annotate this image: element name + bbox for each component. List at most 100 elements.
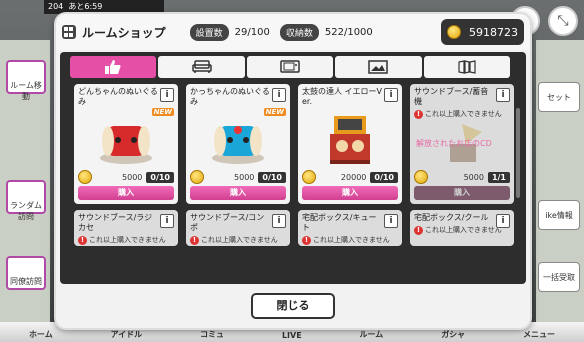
item-name: どんちゃんのぬいぐるみ	[78, 87, 158, 106]
info-icon[interactable]: i	[160, 88, 174, 102]
price-row: 5000 0/10	[78, 170, 174, 184]
category-tabs	[70, 56, 511, 78]
nav-room[interactable]: ルーム	[360, 329, 384, 340]
shop-item-card[interactable]: サウンドブース/蓄音機 i ! これ以上購入できません 解放されたお店のCD 5…	[410, 84, 514, 204]
nav-gacha[interactable]: ガシャ	[441, 329, 465, 340]
item-name: サウンドブース/ラジカセ	[78, 213, 153, 232]
left-sidebar: ルーム移動 ランダム訪問 同僚訪問	[0, 40, 50, 330]
right-sidebar: セット ike情報 一括受取	[536, 40, 584, 330]
buy-button[interactable]: 購入	[302, 186, 398, 200]
scrollbar[interactable]	[516, 108, 520, 198]
status-timer: あと6:59	[68, 2, 103, 11]
item-name: 宅配ボックス/クール	[414, 213, 489, 222]
item-name: サウンドブース/コンポ	[190, 213, 265, 232]
dialog-footer: 閉じる	[56, 284, 530, 328]
storage-label: 収納数	[279, 23, 319, 41]
item-grid-row2: サウンドブース/ラジカセ i ! これ以上購入できません サウンドブース/コンポ…	[74, 210, 514, 246]
wallpaper-icon	[458, 60, 476, 74]
shop-item-card[interactable]: サウンドブース/コンポ i ! これ以上購入できません	[186, 210, 290, 246]
item-price: 5000	[122, 172, 143, 182]
sofa-icon	[191, 60, 212, 73]
price-row: 5000 0/10	[190, 170, 286, 184]
expand-icon[interactable]: ⤡	[548, 6, 578, 36]
buy-button: 購入	[414, 186, 510, 200]
random-visit-button[interactable]: ランダム訪問	[6, 180, 46, 221]
coin-icon	[447, 25, 461, 39]
nav-idol[interactable]: アイドル	[111, 329, 143, 340]
katsu-plush-image	[212, 126, 264, 164]
warning-icon: !	[78, 235, 87, 245]
item-price: 5000	[234, 172, 255, 182]
grid-icon	[62, 25, 76, 39]
close-button[interactable]: 閉じる	[251, 293, 335, 319]
nav-menu[interactable]: メニュー	[523, 329, 555, 340]
nav-live[interactable]: LIVE	[282, 331, 302, 340]
item-name: 太鼓の達人 イエローVer.	[302, 87, 382, 106]
tab-electronics[interactable]	[246, 56, 334, 78]
info-icon[interactable]: i	[496, 214, 510, 228]
price-row: 5000 1/1	[414, 170, 510, 184]
warning-text: これ以上購入できません	[313, 236, 390, 244]
item-name: かっちゃんのぬいぐるみ	[190, 87, 270, 106]
shop-item-card[interactable]: かっちゃんのぬいぐるみ i NEW 5000 0/10 購入	[186, 84, 290, 204]
nav-home[interactable]: ホーム	[29, 329, 53, 340]
warning-icon: !	[414, 225, 423, 235]
coin-icon	[78, 170, 92, 184]
tv-icon	[280, 60, 300, 73]
tab-wallpaper[interactable]	[423, 56, 511, 78]
taiko-cabinet-image	[330, 116, 370, 164]
purchase-limit-warning: ! これ以上購入できません	[190, 235, 286, 245]
tab-decor[interactable]	[335, 56, 422, 78]
warning-icon: !	[414, 109, 423, 119]
coin-icon	[190, 170, 204, 184]
new-badge: NEW	[151, 108, 174, 116]
dialog-header: ルームショップ 設置数 29/100 収納数 522/1000 5918723	[56, 14, 530, 50]
storage-value: 522/1000	[324, 26, 373, 38]
capacity-stats: 設置数 29/100 収納数 522/1000	[189, 23, 383, 41]
shop-item-card[interactable]: どんちゃんのぬいぐるみ i NEW 5000 0/10 購入	[74, 84, 178, 204]
bulk-receive-button[interactable]: 一括受取	[538, 262, 580, 292]
buy-button[interactable]: 購入	[78, 186, 174, 200]
coin-icon	[414, 170, 428, 184]
item-price: 20000	[340, 172, 367, 182]
set-button[interactable]: セット	[538, 82, 580, 112]
item-name: サウンドブース/蓄音機	[414, 87, 489, 106]
room-move-button[interactable]: ルーム移動	[6, 60, 46, 101]
placed-value: 29/100	[234, 26, 270, 38]
owned-count: 0/10	[146, 171, 174, 183]
coin-balance: 5918723	[441, 19, 524, 45]
price-row: 20000 0/10	[302, 170, 398, 184]
room-shop-dialog: ルームショップ 設置数 29/100 収納数 522/1000 5918723	[56, 14, 530, 328]
new-badge: NEW	[263, 108, 286, 116]
nav-commu[interactable]: コミュ	[200, 329, 224, 340]
shop-panel: どんちゃんのぬいぐるみ i NEW 5000 0/10 購入 かっちゃんのぬいぐ…	[60, 52, 526, 284]
info-icon[interactable]: i	[384, 88, 398, 102]
shop-item-card[interactable]: 宅配ボックス/キュート i ! これ以上購入できません	[298, 210, 402, 246]
item-price: 5000	[463, 172, 484, 182]
buy-button[interactable]: 購入	[190, 186, 286, 200]
coin-icon	[302, 170, 316, 184]
don-plush-image	[100, 126, 152, 164]
shop-item-card[interactable]: サウンドブース/ラジカセ i ! これ以上購入できません	[74, 210, 178, 246]
info-icon[interactable]: i	[272, 88, 286, 102]
owned-count: 1/1	[487, 171, 510, 183]
coin-amount: 5918723	[469, 25, 518, 39]
warning-text: これ以上購入できません	[201, 236, 278, 244]
dialog-title: ルームショップ	[82, 25, 166, 40]
tab-recommended[interactable]	[70, 56, 157, 78]
info-icon[interactable]: i	[496, 88, 510, 102]
item-grid: どんちゃんのぬいぐるみ i NEW 5000 0/10 購入 かっちゃんのぬいぐ…	[74, 84, 514, 204]
shop-item-card[interactable]: 宅配ボックス/クール i ! これ以上購入できません	[410, 210, 514, 246]
info-icon[interactable]: i	[384, 214, 398, 228]
warning-text: これ以上購入できません	[89, 236, 166, 244]
colleague-visit-button[interactable]: 同僚訪問	[6, 256, 46, 290]
shop-item-card[interactable]: 太鼓の達人 イエローVer. i 20000 0/10 購入	[298, 84, 402, 204]
purchase-limit-warning: ! これ以上購入できません	[302, 235, 398, 245]
thumbs-up-icon	[105, 60, 121, 74]
info-icon[interactable]: i	[272, 214, 286, 228]
placed-label: 設置数	[189, 23, 229, 41]
status-level: 204	[48, 2, 64, 11]
info-icon[interactable]: i	[160, 214, 174, 228]
info-button[interactable]: ike情報	[538, 200, 580, 230]
tab-furniture[interactable]	[158, 56, 245, 78]
